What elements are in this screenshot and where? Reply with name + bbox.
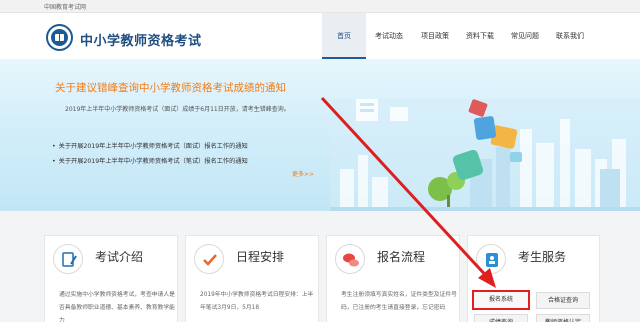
nav-downloads[interactable]: 资料下载 [458, 13, 502, 59]
site-title[interactable]: 中小学教师资格考试 [80, 30, 202, 49]
card-title: 日程安排 [236, 250, 285, 264]
card-schedule[interactable]: 日程安排 2019年中小学教师资格考试日程安排：上半年笔试3月9日，5月18 [185, 235, 319, 322]
nav-faq[interactable]: 常见问题 [502, 13, 548, 59]
notice-link-interview[interactable]: 关于开展2019年上半年中小学教师资格考试（面试）报名工作的通知 [52, 139, 248, 154]
nav-home[interactable]: 首页 [322, 13, 366, 59]
teacher-certification-button[interactable]: 教师资格认定 [536, 314, 590, 322]
card-text: 考生注册须填写真实姓名，证件类型及证件号码，已注册的考生请直接登录，忘记密码 [341, 292, 457, 311]
site-name-link[interactable]: 中国教育考试网 [44, 2, 86, 11]
nav-contact[interactable]: 联系我们 [548, 13, 592, 59]
notice-list: 关于开展2019年上半年中小学教师资格考试（面试）报名工作的通知 关于开展201… [52, 139, 248, 169]
notice-headline[interactable]: 关于建议错峰查询中小学教师资格考试成绩的通知 [55, 80, 286, 95]
page: 中国教育考试网 中小学教师资格考试 首页 考试动态 项目政策 资料下载 常见问题… [0, 0, 640, 322]
main-nav: 首页 考试动态 项目政策 资料下载 常见问题 联系我们 [322, 13, 592, 59]
checkmark-icon [194, 244, 224, 274]
pencil-document-icon [53, 244, 83, 274]
more-link[interactable]: 更多>> [292, 169, 314, 178]
certificate-query-button[interactable]: 合格证查询 [536, 292, 590, 309]
card-title: 考生服务 [518, 250, 567, 264]
id-card-icon [476, 244, 506, 274]
card-text: 2019年中小学教师资格考试日程安排：上半年笔试3月9日，5月18 [200, 292, 314, 311]
notice-link-written[interactable]: 关于开展2019年上半年中小学教师资格考试（笔试）报名工作的通知 [52, 154, 248, 169]
chat-bubbles-icon [335, 244, 365, 274]
card-title: 考试介绍 [95, 250, 144, 264]
registration-system-button[interactable]: 报名系统 [472, 290, 530, 310]
card-exam-intro[interactable]: 考试介绍 通过实施中小学教师资格考试，考查申请人是否具备教师职业道德、基本素养、… [44, 235, 178, 322]
card-text: 通过实施中小学教师资格考试，考查申请人是否具备教师职业道德、基本素养、教育教学能… [59, 292, 175, 322]
top-utility-bar: 中国教育考试网 [0, 0, 640, 13]
nav-policy[interactable]: 项目政策 [412, 13, 458, 59]
card-title: 报名流程 [377, 250, 426, 264]
notice-summary: 2019年上半年中小学教师资格考试（面试）成绩于6月11日开放，请考生错峰查询。 [65, 106, 290, 113]
exam-logo-icon[interactable] [46, 24, 73, 51]
card-registration-process[interactable]: 报名流程 考生注册须填写真实姓名，证件类型及证件号码，已注册的考生请直接登录，忘… [326, 235, 460, 322]
hero-banner: 关于建议错峰查询中小学教师资格考试成绩的通知 2019年上半年中小学教师资格考试… [0, 59, 640, 211]
nav-exam-news[interactable]: 考试动态 [366, 13, 412, 59]
score-query-button[interactable]: 成绩查询 [474, 314, 528, 322]
